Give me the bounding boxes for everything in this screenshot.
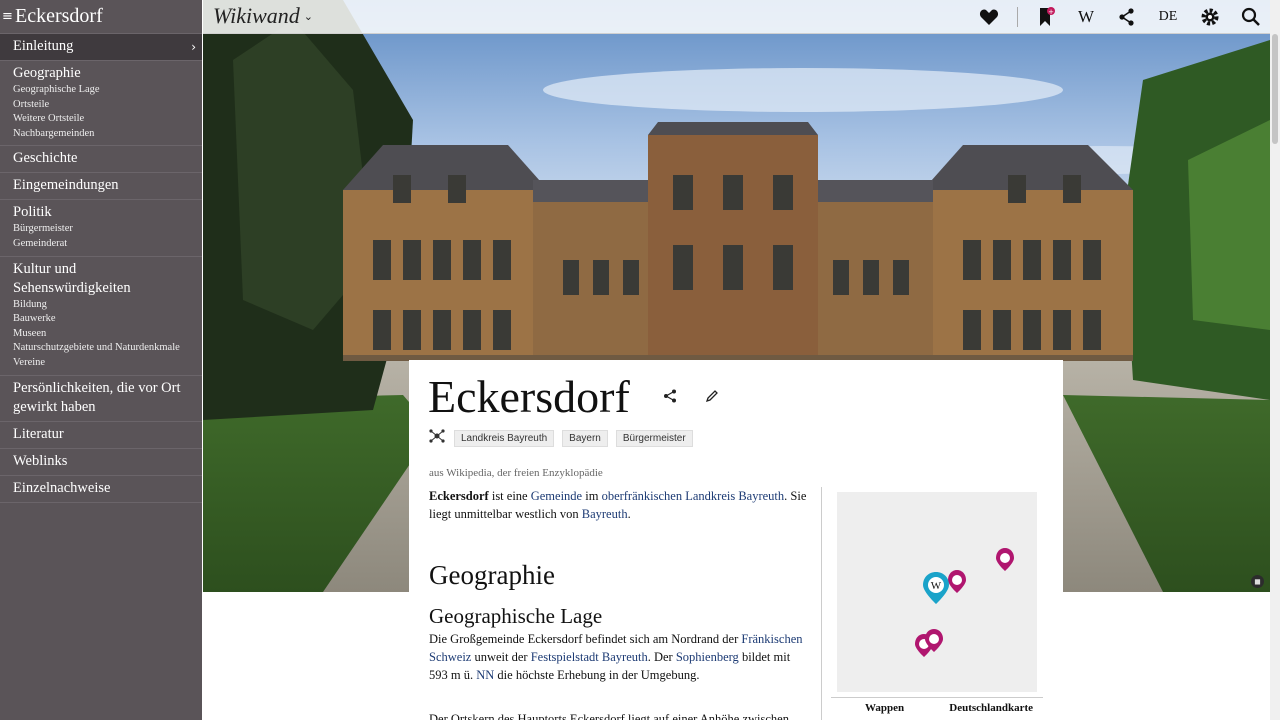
toc-subitem[interactable]: Weitere Ortsteile [13, 112, 196, 127]
toc-item[interactable]: Kultur und Sehenswürdigkeiten Bildung Bauw… [0, 257, 202, 376]
toc-subitem[interactable]: Vereine [13, 356, 196, 371]
share-icon[interactable] [1117, 7, 1137, 27]
lage-text: unweit der [471, 650, 531, 664]
link-gemeinde[interactable]: Gemeinde [531, 489, 582, 503]
toc-item-label[interactable]: Einzelnachweise [13, 479, 196, 498]
toolbar-divider [1017, 7, 1018, 27]
search-icon[interactable] [1240, 7, 1262, 27]
infobox-captions: Wappen Deutschlandkarte [831, 697, 1043, 714]
intro-bold: Eckersdorf [429, 489, 489, 503]
toc-subitem[interactable]: Ortsteile [13, 98, 196, 113]
toc-subitem[interactable]: Nachbargemeinden [13, 127, 196, 142]
toc-subitem[interactable]: Naturschutzgebiete und Naturdenkmale [13, 341, 196, 356]
link-sophienberg[interactable]: Sophienberg [676, 650, 739, 664]
map-pins: W [915, 548, 1014, 657]
article-card: Eckersdorf Landkreis Bayreuth Bayern Bür… [409, 360, 1063, 720]
toc-item[interactable]: Weblinks [0, 449, 202, 476]
article-title: Eckersdorf [428, 371, 630, 422]
toc-item[interactable]: Einleitung › [0, 34, 202, 61]
lage-text: . Der [647, 650, 676, 664]
heading-geographische-lage: Geographische Lage [429, 604, 603, 628]
favorites-heart-icon[interactable] [978, 7, 1000, 27]
toc-item-label[interactable]: Geschichte [13, 149, 196, 168]
sidebar-title[interactable]: Eckersdorf [15, 5, 103, 28]
intro-text: ist eine [488, 489, 531, 503]
intro-text: im [582, 489, 602, 503]
map-pin-current-icon: W [923, 572, 949, 604]
toc-item-label[interactable]: Weblinks [13, 452, 196, 471]
toc-item[interactable]: Politik Bürgermeister Gemeinderat [0, 200, 202, 257]
toc-subitem[interactable]: Museen [13, 327, 196, 342]
link-festspielstadt[interactable]: Festspielstadt Bayreuth [531, 650, 648, 664]
page-scrollbar[interactable] [1270, 0, 1280, 720]
lage-text: Die Großgemeinde Eckersdorf befindet sic… [429, 632, 742, 646]
related-topics-icon[interactable] [428, 427, 446, 449]
share-icon[interactable] [663, 388, 677, 407]
lage-paragraph: Die Großgemeinde Eckersdorf befindet sic… [429, 630, 809, 684]
toc-item-label[interactable]: Kultur und Sehenswürdigkeiten [13, 260, 196, 298]
caption-deutschlandkarte[interactable]: Deutschlandkarte [949, 702, 1033, 714]
wikiwand-logo[interactable]: Wikiwand ⌄ [213, 3, 313, 29]
map-pin-icon [948, 570, 966, 593]
link-landkreis[interactable]: Landkreis Bayreuth [685, 489, 784, 503]
toc-item-label[interactable]: Eingemeindungen [13, 176, 196, 195]
toc-item-label[interactable]: Geographie [13, 64, 196, 83]
brand-name: Wikiwand [213, 3, 300, 28]
caption-wappen[interactable]: Wappen [865, 702, 904, 714]
toc-subitem[interactable]: Bildung [13, 298, 196, 313]
link-bayreuth[interactable]: Bayreuth [582, 507, 628, 521]
infobox: W Wappen Deutschlandkarte [831, 492, 1043, 714]
intro-text: . [627, 507, 631, 521]
toc-item[interactable]: Literatur [0, 422, 202, 449]
toc-subitem[interactable]: Gemeinderat [13, 237, 196, 252]
tag-buergermeister[interactable]: Bürgermeister [615, 429, 693, 447]
source-note: aus Wikipedia, der freien Enzyklopädie [429, 467, 603, 479]
tag-bayern[interactable]: Bayern [562, 429, 608, 447]
language-switch[interactable]: DE [1155, 7, 1181, 27]
toc-subitem[interactable]: Bauwerke [13, 312, 196, 327]
edit-pencil-icon[interactable] [705, 388, 719, 407]
toc-item[interactable]: Eingemeindungen [0, 173, 202, 201]
toc-item[interactable]: Einzelnachweise [0, 476, 202, 503]
toc-subitem[interactable]: Bürgermeister [13, 222, 196, 237]
top-bar: Wikiwand ⌄ + W DE [203, 0, 1270, 34]
menu-icon[interactable]: ≡ [2, 9, 13, 24]
toc-item-label[interactable]: Einleitung [13, 37, 73, 56]
castle [343, 122, 1133, 360]
bookmark-add-icon[interactable]: + [1035, 7, 1057, 27]
link-oberfraenkisch[interactable]: oberfränkischen [602, 489, 683, 503]
svg-text:W: W [931, 580, 942, 592]
photo-info-icon[interactable]: ◼ [1251, 575, 1264, 588]
intro-paragraph: Eckersdorf ist eine Gemeinde im oberfrän… [429, 487, 809, 523]
heading-geographie: Geographie [429, 560, 555, 590]
sidebar-header: ≡ Eckersdorf [0, 0, 202, 34]
toc-item-label[interactable]: Persönlichkeiten, die vor Ort gewirkt ha… [13, 379, 196, 417]
toc-item-label[interactable]: Literatur [13, 425, 196, 444]
location-map[interactable]: W [837, 492, 1037, 692]
chevron-right-icon: › [191, 39, 196, 54]
toc-item[interactable]: Geschichte [0, 146, 202, 174]
sidebar-toc: ≡ Eckersdorf Einleitung › Geographie Geogra… [0, 0, 202, 720]
column-divider [821, 487, 822, 720]
article-tags: Landkreis Bayreuth Bayern Bürgermeister [428, 427, 693, 449]
chevron-down-icon: ⌄ [303, 9, 313, 23]
wikipedia-icon[interactable]: W [1075, 7, 1097, 27]
map-pin-icon [996, 548, 1014, 571]
tag-landkreis[interactable]: Landkreis Bayreuth [454, 429, 555, 447]
link-nn[interactable]: NN [476, 668, 494, 682]
gear-icon[interactable] [1199, 7, 1221, 27]
ortskern-paragraph-partial: Der Ortskern des Hauptorts Eckersdorf li… [429, 712, 789, 720]
toc-subitem[interactable]: Geographische Lage [13, 83, 196, 98]
svg-text:+: + [1048, 8, 1054, 16]
toc-item[interactable]: Geographie Geographische Lage Ortsteile Wei… [0, 61, 202, 147]
lage-text: die höchste Erhebung in der Umgebung. [494, 668, 700, 682]
scroll-thumb[interactable] [1272, 34, 1278, 144]
toc-list: Einleitung › Geographie Geographische Lage O… [0, 34, 202, 503]
toc-item[interactable]: Persönlichkeiten, die vor Ort gewirkt ha… [0, 376, 202, 422]
toc-item-label[interactable]: Politik [13, 203, 196, 222]
